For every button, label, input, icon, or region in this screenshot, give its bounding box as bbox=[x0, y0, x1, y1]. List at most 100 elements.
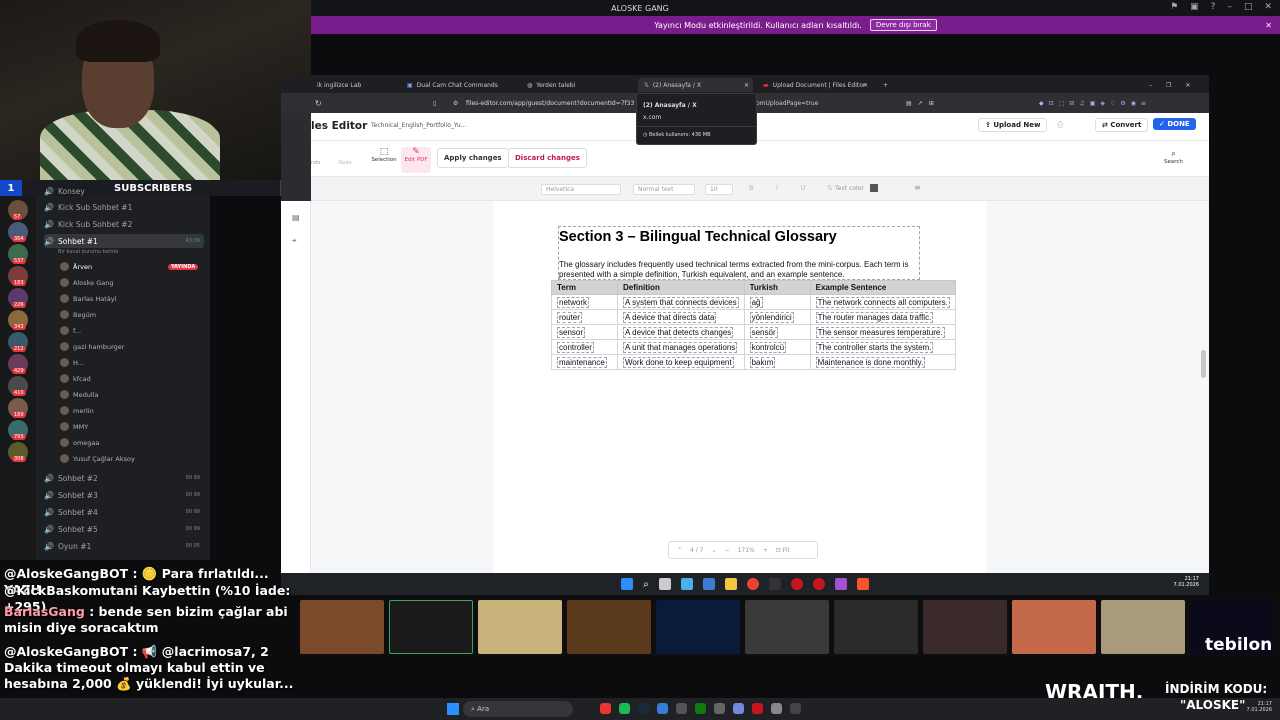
tab-dual-cam[interactable]: ▣ Dual Cam Chat Commands bbox=[401, 78, 504, 92]
minimize-icon[interactable]: – bbox=[1149, 82, 1152, 89]
search-button[interactable]: ⌕ Search bbox=[1164, 149, 1183, 165]
app-icon[interactable] bbox=[702, 578, 715, 590]
channel-konsey[interactable]: 🔊 Konsey bbox=[44, 184, 85, 198]
taskbar-app-icon[interactable] bbox=[619, 703, 630, 714]
participant-thumbnail[interactable] bbox=[834, 600, 918, 654]
edit-pdf-tool[interactable]: ✎ Edit PDF bbox=[401, 147, 431, 173]
maximize-icon[interactable]: □ bbox=[1244, 2, 1253, 12]
table-cell[interactable]: controller bbox=[551, 339, 618, 355]
taskbar-app-icon[interactable] bbox=[676, 703, 687, 714]
print-icon[interactable]: ⎙ bbox=[1057, 120, 1063, 130]
table-cell[interactable]: A unit that manages operations bbox=[617, 339, 745, 355]
table-cell[interactable]: kontrolcü bbox=[743, 339, 811, 355]
voice-user[interactable]: f... bbox=[60, 326, 81, 335]
zoom-level[interactable]: 171% bbox=[738, 547, 755, 554]
voice-channel[interactable]: 🔊 Sohbet #4 00 99 bbox=[44, 505, 204, 519]
voice-user[interactable]: Begüm bbox=[60, 310, 96, 319]
column-header[interactable]: Example Sentence bbox=[809, 280, 956, 295]
table-cell[interactable]: Maintenance is done monthly. bbox=[809, 354, 956, 370]
table-cell[interactable]: sensör bbox=[743, 324, 811, 340]
explorer-icon[interactable] bbox=[724, 578, 737, 590]
opera-icon[interactable] bbox=[790, 578, 803, 590]
done-button[interactable]: ✓ DONE bbox=[1153, 118, 1196, 130]
font-family-select[interactable]: Helvetica bbox=[541, 184, 621, 195]
table-cell[interactable]: ağ bbox=[743, 294, 811, 310]
table-cell[interactable]: yönlendirici bbox=[743, 309, 811, 325]
voice-channel[interactable]: 🔊 Sohbet #3 00 99 bbox=[44, 488, 204, 502]
voice-user[interactable]: gazi hamburger bbox=[60, 342, 124, 351]
apply-changes-button[interactable]: Apply changes bbox=[437, 148, 509, 168]
new-tab-button[interactable]: + bbox=[877, 78, 894, 92]
taskbar-app-icon[interactable] bbox=[600, 703, 611, 714]
voice-user[interactable]: Yusuf Çağlar Aksoy bbox=[60, 454, 135, 463]
voice-user[interactable]: kfcad bbox=[60, 374, 91, 383]
disable-button[interactable]: Devre dışı bırak bbox=[869, 19, 937, 31]
table-cell[interactable]: router bbox=[551, 309, 618, 325]
task-view-icon[interactable] bbox=[658, 578, 671, 590]
table-cell[interactable]: bakım bbox=[743, 354, 811, 370]
voice-user[interactable]: Årven YAYINDA bbox=[60, 262, 199, 271]
channel-status[interactable]: Bir kanal durumu belirle bbox=[58, 249, 118, 255]
brave-icon[interactable] bbox=[856, 578, 869, 590]
chat-user[interactable]: BarlasGang bbox=[4, 604, 85, 619]
prev-page-icon[interactable]: ⌃ bbox=[677, 547, 682, 554]
extensions-icon[interactable]: ◆⊡⬚⊟♫▣◈♢⚙◉≡ bbox=[1039, 100, 1151, 107]
participant-thumbnail[interactable] bbox=[478, 600, 562, 654]
reload-icon[interactable]: ↻ bbox=[315, 99, 322, 108]
table-cell[interactable]: maintenance bbox=[551, 354, 618, 370]
voice-channel[interactable]: 🔊 Sohbet #2 00 99 bbox=[44, 471, 204, 485]
voice-user[interactable]: Medulla bbox=[60, 390, 98, 399]
chat-user[interactable]: @AloskeGangBOT bbox=[4, 644, 128, 659]
column-header[interactable]: Definition bbox=[617, 280, 745, 295]
voice-user[interactable]: merlin bbox=[60, 406, 94, 415]
next-page-icon[interactable]: ⌄ bbox=[712, 547, 717, 554]
zoom-out-icon[interactable]: − bbox=[725, 547, 730, 554]
fit-button[interactable]: ⊡ Fit bbox=[776, 547, 790, 554]
channel-sohbet-1[interactable]: 🔊 Sohbet #1 43:09 bbox=[44, 234, 204, 248]
voice-user[interactable]: Barlas Hatáyl bbox=[60, 294, 116, 303]
app-icon[interactable] bbox=[834, 578, 847, 590]
undo-button[interactable]: ndo bbox=[311, 160, 320, 166]
address-actions-icon[interactable]: ▤↗⊞ bbox=[906, 100, 940, 107]
participant-thumbnail[interactable] bbox=[567, 600, 651, 654]
align-icon[interactable]: ≡ bbox=[914, 183, 921, 192]
start-icon[interactable] bbox=[447, 703, 459, 715]
table-cell[interactable]: A system that connects devices bbox=[617, 294, 745, 310]
chat-user[interactable]: @KickBaskomutani bbox=[4, 583, 138, 598]
opera-icon[interactable] bbox=[812, 578, 825, 590]
participant-thumbnail[interactable] bbox=[1101, 600, 1185, 654]
channel-kick-sub-2[interactable]: 🔊 Kick Sub Sohbet #2 bbox=[44, 217, 132, 231]
start-icon[interactable] bbox=[621, 578, 634, 590]
voice-user[interactable]: MMY bbox=[60, 422, 88, 431]
voice-channel[interactable]: 🔊 Sohbet #5 00 99 bbox=[44, 522, 204, 536]
section-title[interactable]: Section 3 – Bilingual Technical Glossary bbox=[559, 229, 837, 245]
taskbar-app-icon[interactable] bbox=[752, 703, 763, 714]
url-field[interactable]: files-editor.com/app/guest/document?docu… bbox=[466, 100, 634, 107]
tab-upload-document[interactable]: ▬ Upload Document | Files Editor ✕ bbox=[757, 78, 872, 92]
notification-icon[interactable]: ▣ bbox=[1190, 2, 1199, 12]
participant-thumbnail[interactable] bbox=[1012, 600, 1096, 654]
participant-thumbnail[interactable] bbox=[745, 600, 829, 654]
chrome-icon[interactable] bbox=[746, 578, 759, 590]
restore-icon[interactable]: ❐ bbox=[1166, 82, 1171, 89]
tab-yerden-talebi[interactable]: ◍ Yerden talebi bbox=[521, 78, 581, 92]
table-cell[interactable]: sensor bbox=[551, 324, 618, 340]
page-indicator[interactable]: 4 / 7 bbox=[690, 547, 703, 554]
search-icon[interactable]: ⌕ bbox=[643, 579, 649, 590]
upload-new-button[interactable]: ⇪ Upload New bbox=[978, 118, 1048, 132]
channel-kick-sub-1[interactable]: 🔊 Kick Sub Sohbet #1 bbox=[44, 200, 132, 214]
help-icon[interactable]: ? bbox=[1211, 2, 1216, 12]
bookmark-icon[interactable]: ▯ bbox=[433, 100, 436, 107]
section-description[interactable]: The glossary includes frequently used te… bbox=[559, 260, 921, 280]
participant-thumbnail[interactable] bbox=[389, 600, 473, 654]
redo-button[interactable]: Redo bbox=[339, 160, 352, 166]
taskbar-app-icon[interactable] bbox=[771, 703, 782, 714]
voice-user[interactable]: H... bbox=[60, 358, 84, 367]
tab-close-icon[interactable]: ✕ bbox=[744, 82, 749, 89]
vertical-scrollbar[interactable] bbox=[1201, 350, 1206, 378]
convert-button[interactable]: ⇄ Convert bbox=[1095, 118, 1149, 132]
column-header[interactable]: Turkish bbox=[743, 280, 811, 295]
table-cell[interactable]: The network connects all computers. bbox=[809, 294, 956, 310]
voice-channel[interactable]: 🔊 Oyun #1 00 05 bbox=[44, 539, 204, 553]
close-icon[interactable]: ✕ bbox=[1185, 82, 1190, 89]
